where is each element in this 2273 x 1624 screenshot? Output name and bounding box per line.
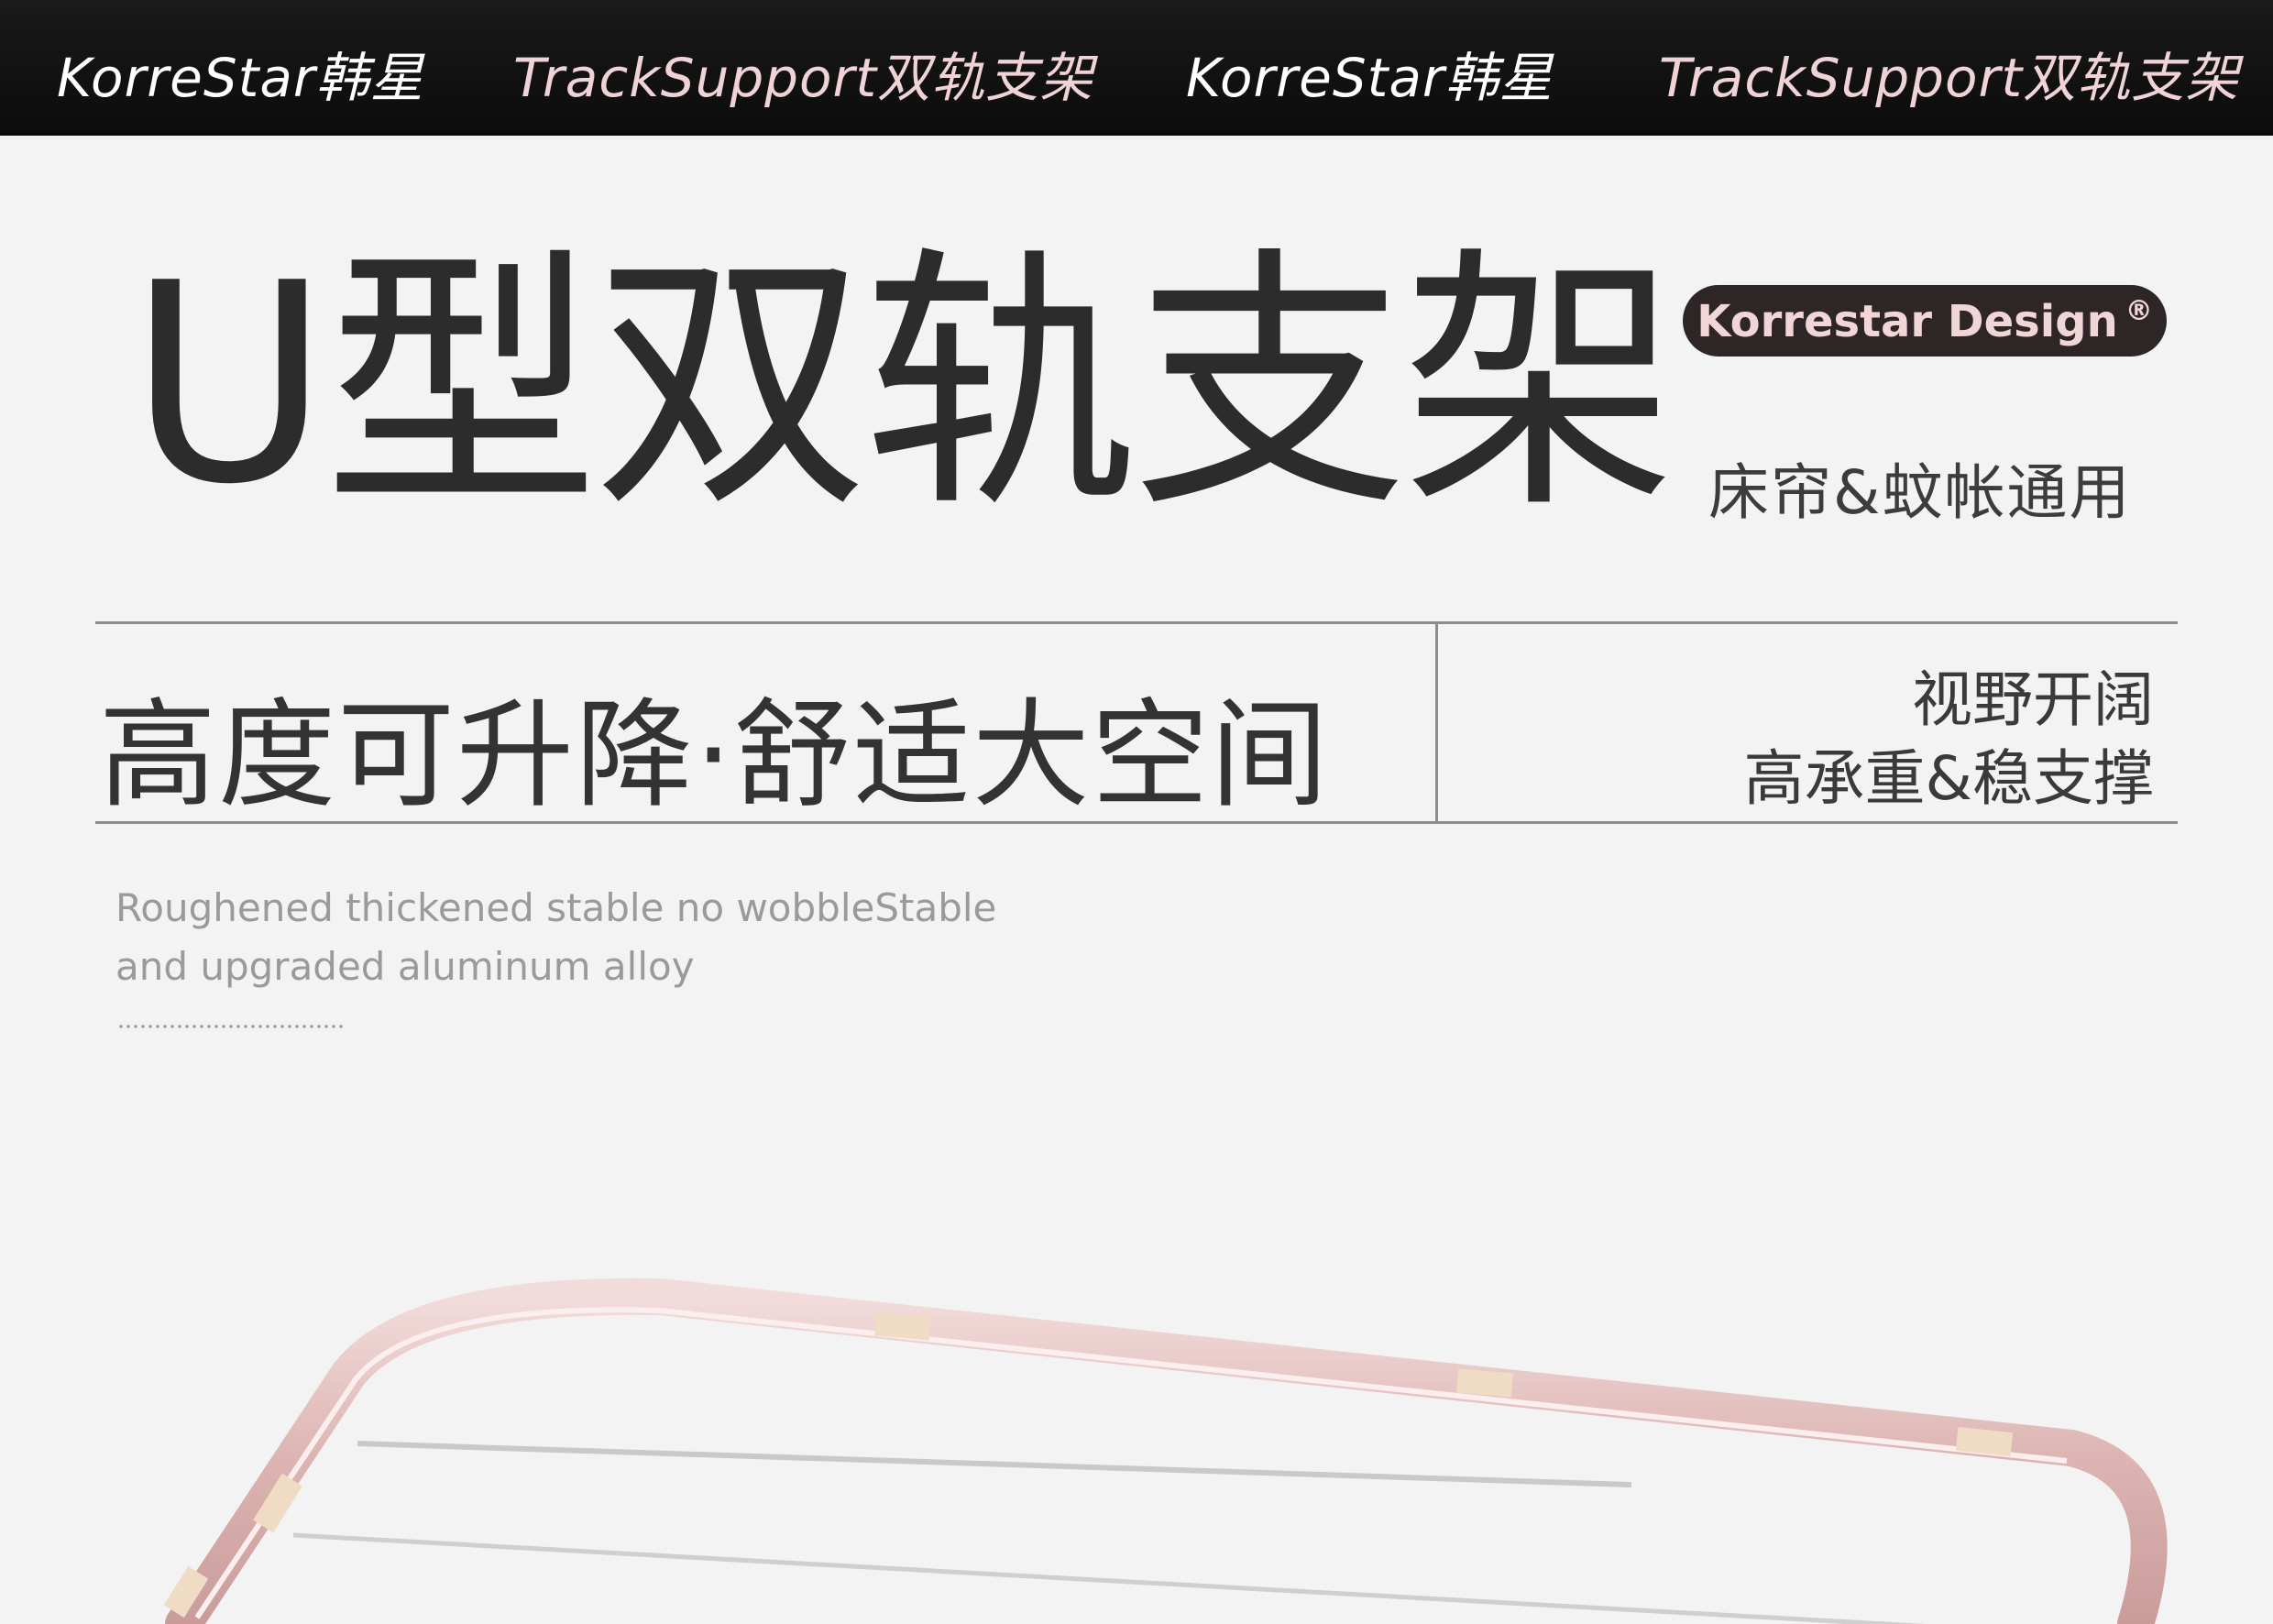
english-desc-line-1: Roughened thickened stable no wobbleStab… [115, 885, 997, 930]
dotted-divider [117, 1025, 346, 1028]
brand-badge: Korrestar Design ® [1683, 285, 2167, 357]
banner-product-1: TrackSupport双轨支架 [513, 47, 1094, 109]
divider-vertical [1435, 623, 1438, 821]
u-rail-product-image [163, 1278, 2168, 1624]
page-title: U型双轨支架 [128, 225, 1677, 544]
slogan: 高度可升降·舒适大空间 [99, 687, 1330, 824]
top-banner: KorreStar韩星 TrackSupport双轨支架 KorreStar韩星… [0, 0, 2273, 136]
divider-top [95, 621, 2178, 624]
english-desc-line-2: and upgraded aluminum alloy [115, 944, 695, 989]
inner-rod [357, 1441, 1632, 1487]
banner-product-2: TrackSupport双轨支架 [1659, 47, 2240, 109]
badge-label: Korrestar Design ® [1697, 294, 2153, 347]
feature-load: 高承重&稳支撑 [1743, 743, 2154, 814]
rail-clip-1 [873, 1311, 932, 1341]
registered-mark: ® [2125, 294, 2153, 327]
banner-brand-1: KorreStar韩星 [57, 47, 424, 109]
u-rail [165, 1278, 2168, 1624]
feature-view: 视野开阔 [1912, 664, 2154, 735]
usage-subtitle: 床帘&蚊帐通用 [1708, 457, 2132, 528]
rail-clip-2 [1455, 1368, 1514, 1398]
inner-rod-lower [292, 1532, 1927, 1624]
banner-brand-2: KorreStar韩星 [1186, 47, 1554, 109]
